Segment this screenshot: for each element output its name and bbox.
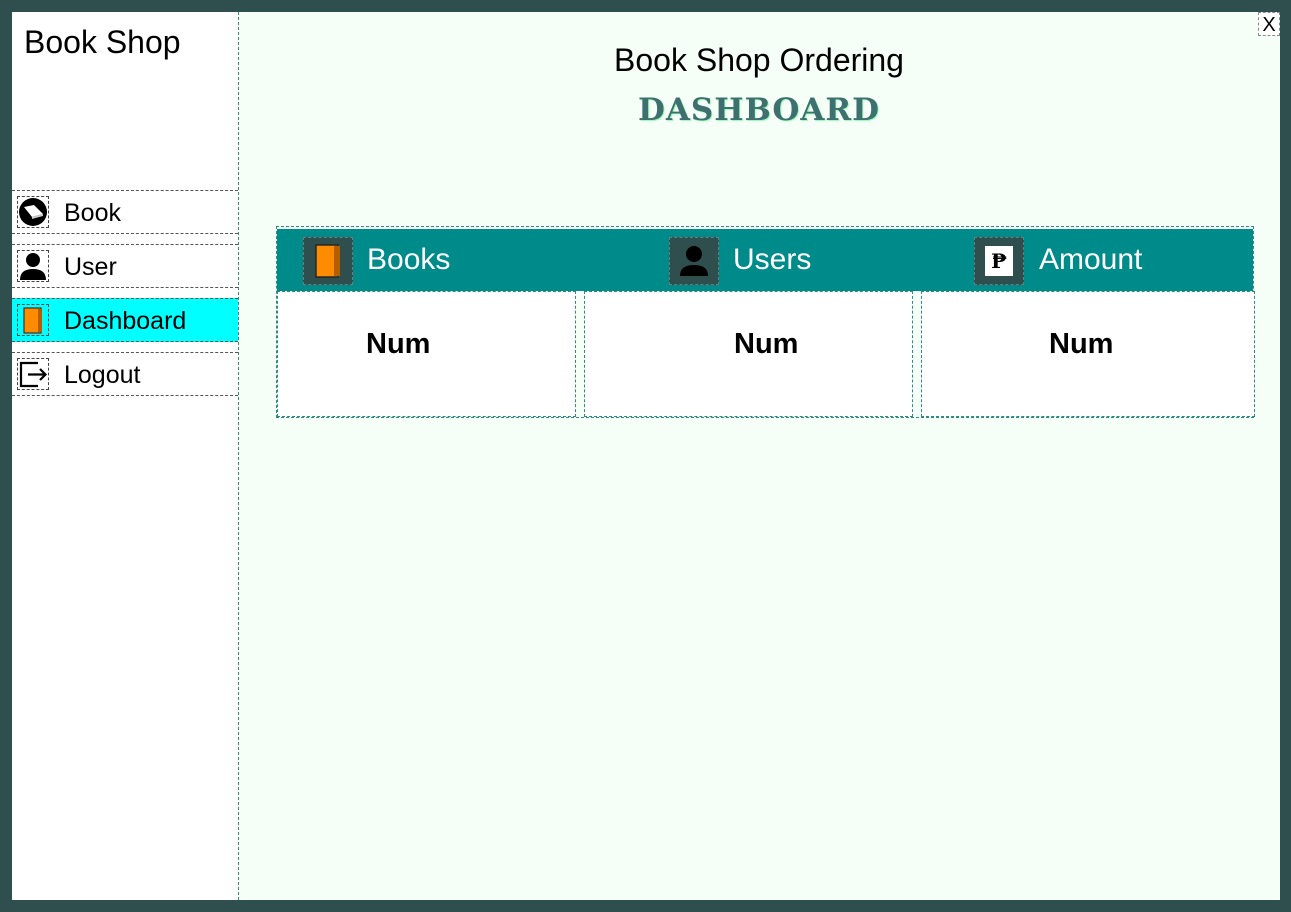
stat-header-amount: ₱ Amount — [957, 229, 1253, 291]
stat-amount-box: Num — [921, 291, 1255, 417]
page-subtitle: DASHBOARD — [637, 92, 881, 128]
app-window: Book Shop Book User Dashboard Logout X B… — [12, 12, 1280, 900]
stat-header-books: Books — [277, 229, 637, 291]
stat-header-label: Books — [367, 243, 451, 276]
close-button[interactable]: X — [1258, 12, 1280, 36]
sidebar-item-book[interactable]: Book — [12, 190, 238, 234]
sidebar-item-label: Logout — [64, 361, 141, 389]
svg-text:₱: ₱ — [991, 249, 1007, 273]
user-icon — [17, 250, 49, 282]
sidebar-item-label: Dashboard — [64, 307, 187, 335]
stat-header-label: Amount — [1039, 243, 1143, 276]
sidebar-item-label: User — [64, 253, 117, 281]
stat-books-box: Num — [277, 291, 576, 417]
logout-icon — [17, 358, 49, 390]
stat-header-label: Users — [733, 243, 812, 276]
sidebar-item-label: Book — [64, 199, 121, 227]
stat-users-box: Num — [584, 291, 913, 417]
dashboard-icon — [17, 304, 49, 336]
stats-header: Books Users ₱ Amount — [277, 229, 1253, 291]
stat-value: Num — [734, 328, 799, 360]
users-icon — [669, 237, 719, 285]
app-title: Book Shop — [24, 24, 181, 60]
book-icon — [17, 196, 49, 228]
stat-header-users: Users — [637, 229, 957, 291]
peso-icon: ₱ — [974, 237, 1024, 285]
sidebar-item-logout[interactable]: Logout — [12, 352, 238, 396]
sidebar: Book Shop Book User Dashboard Logout — [12, 12, 239, 900]
stat-value: Num — [366, 328, 431, 360]
sidebar-item-user[interactable]: User — [12, 244, 238, 288]
page-title: Book Shop Ordering — [614, 42, 904, 78]
stats-panel: Books Users ₱ Amount Num Num Num — [276, 226, 1255, 418]
stat-value: Num — [1049, 328, 1114, 360]
sidebar-item-dashboard[interactable]: Dashboard — [12, 298, 238, 342]
books-icon — [303, 237, 353, 285]
